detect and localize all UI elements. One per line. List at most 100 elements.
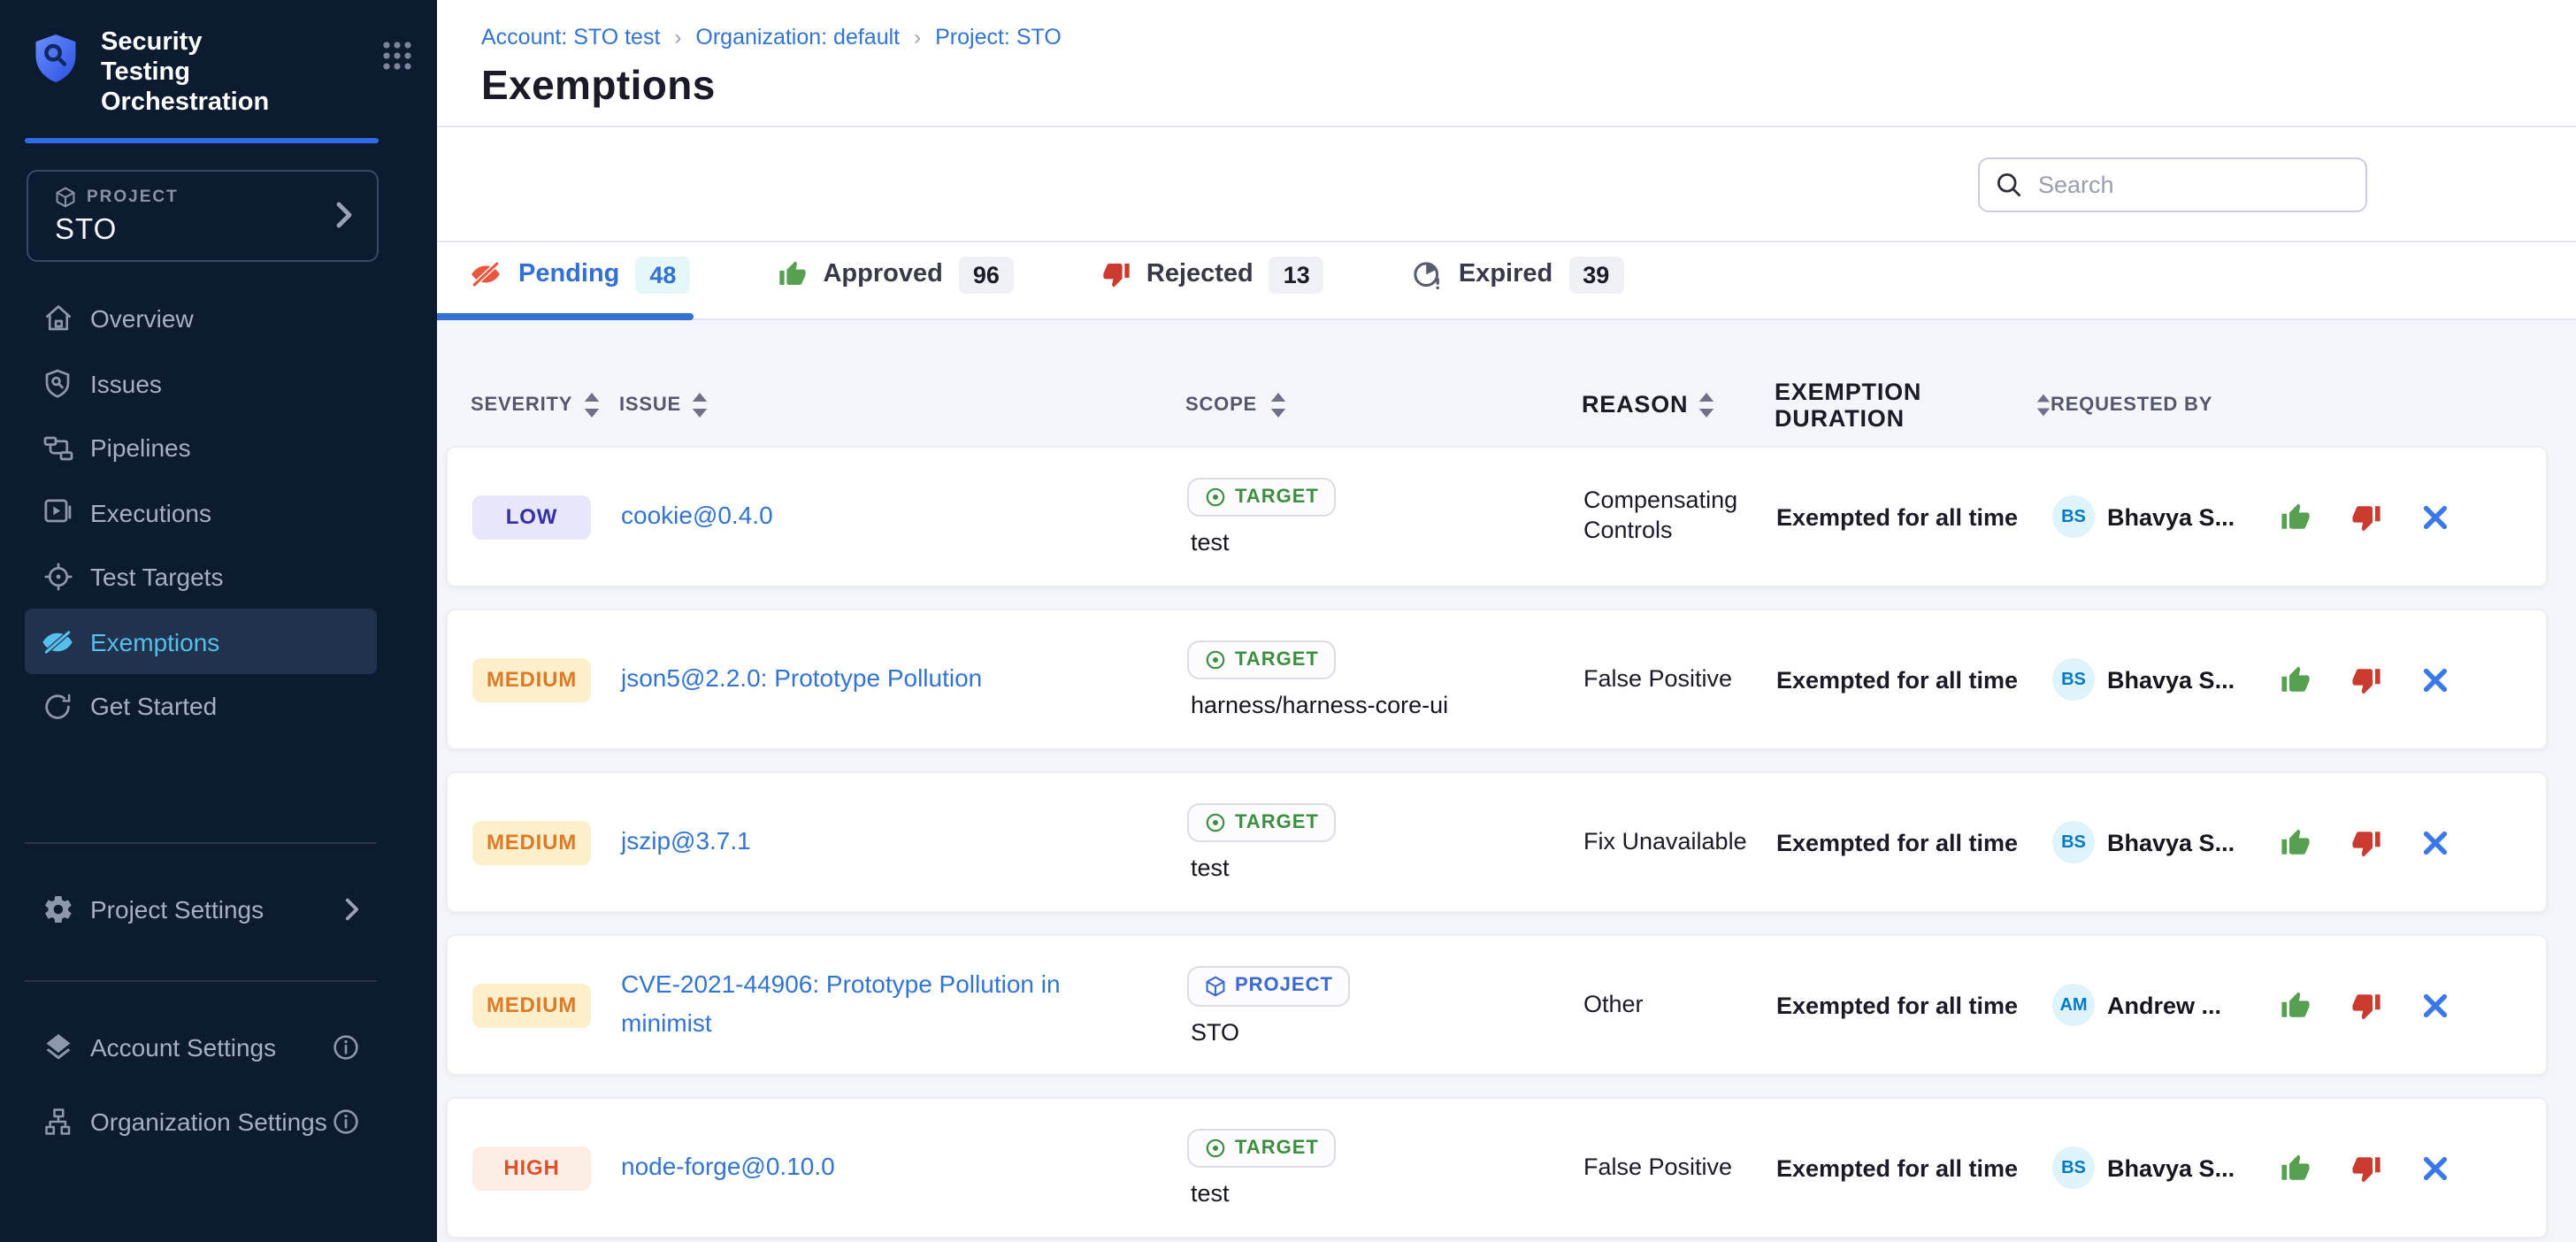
table-row: MEDIUM jszip@3.7.1 TARGET test Fix Unava… — [446, 771, 2548, 913]
sort-icon — [2036, 393, 2051, 418]
sidebar-item-executions[interactable]: Executions — [25, 480, 377, 545]
table-row: MEDIUM CVE-2021-44906: Prototype Polluti… — [446, 934, 2548, 1076]
project-cube-icon — [55, 186, 76, 209]
sidebar-item-exemptions[interactable]: Exemptions — [25, 610, 377, 674]
issue-link[interactable]: cookie@0.4.0 — [621, 501, 773, 529]
thumbs-down-icon — [1102, 261, 1131, 289]
thumbs-up-icon — [2281, 827, 2311, 857]
issue-link[interactable]: CVE-2021-44906: Prototype Pollution in m… — [621, 970, 1061, 1037]
breadcrumb-account-link[interactable]: Account: STO test — [481, 25, 660, 50]
approve-button[interactable] — [2281, 1153, 2311, 1183]
table-header: SEVERITY ISSUE SCOPE REASON EXEMPTION DU… — [471, 379, 2548, 432]
sidebar-item-project-settings[interactable]: Project Settings — [25, 877, 377, 941]
column-header-issue[interactable]: ISSUE — [619, 393, 1185, 418]
breadcrumb-project-link[interactable]: Project: STO — [935, 25, 1062, 50]
breadcrumb-organization-link[interactable]: Organization: default — [695, 25, 900, 50]
thumbs-up-icon — [2281, 990, 2311, 1020]
reject-button[interactable] — [2351, 990, 2381, 1020]
approve-button[interactable] — [2281, 502, 2311, 532]
sidebar-item-account-settings[interactable]: Account Settings — [25, 1016, 377, 1080]
info-icon[interactable] — [333, 1034, 359, 1061]
issue-link[interactable]: node-forge@0.10.0 — [621, 1152, 835, 1180]
exemption-duration-text: Exempted for all time — [1776, 666, 2052, 693]
get-started-icon — [41, 689, 74, 723]
app-logo-shield-icon — [32, 32, 80, 85]
sidebar-item-overview[interactable]: Overview — [25, 287, 377, 351]
close-icon — [2422, 1154, 2449, 1181]
approve-button[interactable] — [2281, 990, 2311, 1020]
exemption-duration-text: Exempted for all time — [1776, 1154, 2052, 1181]
sidebar-item-test-targets[interactable]: Test Targets — [25, 545, 377, 610]
search-box — [1978, 157, 2367, 211]
tab-count-badge: 48 — [635, 257, 690, 294]
home-icon — [41, 302, 74, 335]
column-header-scope[interactable]: SCOPE — [1185, 393, 1582, 418]
executions-play-icon — [41, 495, 74, 529]
reason-text: Fix Unavailable — [1583, 827, 1776, 857]
tab-count-badge: 39 — [1568, 257, 1623, 294]
sort-icon — [1269, 393, 1285, 418]
severity-badge: MEDIUM — [472, 657, 591, 702]
breadcrumb-separator: › — [674, 25, 681, 50]
reject-button[interactable] — [2351, 664, 2381, 694]
tab-approved[interactable]: Approved 96 — [778, 257, 1013, 294]
avatar: AM — [2052, 984, 2095, 1026]
breadcrumb: Account: STO test › Organization: defaul… — [481, 25, 2576, 50]
close-icon — [2422, 829, 2449, 855]
shield-search-icon — [41, 366, 74, 400]
exemption-duration-text: Exempted for all time — [1776, 829, 2052, 855]
tab-rejected[interactable]: Rejected 13 — [1102, 257, 1324, 294]
cancel-button[interactable] — [2422, 503, 2449, 530]
reject-button[interactable] — [2351, 502, 2381, 532]
close-icon — [2422, 666, 2449, 693]
issue-link[interactable]: json5@2.2.0: Prototype Pollution — [621, 663, 982, 692]
cancel-button[interactable] — [2422, 666, 2449, 693]
requester-name: Bhavya S... — [2107, 1154, 2235, 1181]
thumbs-down-icon — [2351, 502, 2381, 532]
sidebar-item-label: Get Started — [90, 692, 217, 720]
app-switcher-icon[interactable] — [382, 41, 412, 71]
sidebar-item-get-started[interactable]: Get Started — [25, 674, 377, 739]
sidebar-divider — [25, 980, 377, 982]
thumbs-up-icon — [778, 261, 807, 289]
search-input[interactable] — [1978, 157, 2367, 211]
requester-name: Bhavya S... — [2107, 829, 2235, 855]
approve-button[interactable] — [2281, 664, 2311, 694]
target-scope-icon — [1205, 812, 1226, 833]
table-row: MEDIUM json5@2.2.0: Prototype Pollution … — [446, 609, 2548, 750]
cancel-button[interactable] — [2422, 829, 2449, 855]
sidebar-item-issues[interactable]: Issues — [25, 351, 377, 416]
approve-button[interactable] — [2281, 827, 2311, 857]
sidebar: Security Testing Orchestration PROJECT S… — [0, 0, 437, 1242]
column-header-exemption-duration[interactable]: EXEMPTION DURATION — [1775, 379, 2051, 432]
avatar: BS — [2052, 1146, 2095, 1189]
cancel-button[interactable] — [2422, 1154, 2449, 1181]
sort-icon — [692, 393, 708, 418]
app-header: Security Testing Orchestration — [0, 0, 437, 119]
reject-button[interactable] — [2351, 827, 2381, 857]
search-icon — [1996, 171, 2022, 197]
sidebar-item-pipelines[interactable]: Pipelines — [25, 416, 377, 480]
tab-label: Pending — [518, 261, 619, 289]
main-content: Account: STO test › Organization: defaul… — [437, 0, 2576, 1242]
scope-name: test — [1191, 529, 1230, 556]
thumbs-down-icon — [2351, 990, 2381, 1020]
info-icon[interactable] — [333, 1108, 359, 1134]
eye-slash-icon — [41, 625, 74, 658]
project-label: PROJECT — [87, 188, 179, 207]
column-header-reason[interactable]: REASON — [1582, 390, 1775, 420]
cancel-button[interactable] — [2422, 992, 2449, 1018]
tab-expired[interactable]: Expired 39 — [1413, 257, 1623, 294]
scope-name: test — [1191, 1180, 1230, 1207]
reject-button[interactable] — [2351, 1153, 2381, 1183]
close-icon — [2422, 992, 2449, 1018]
table-row: HIGH node-forge@0.10.0 TARGET test False… — [446, 1097, 2548, 1238]
column-header-severity[interactable]: SEVERITY — [471, 393, 619, 418]
target-scope-icon — [1205, 487, 1226, 508]
scope-badge: TARGET — [1187, 803, 1337, 842]
project-selector[interactable]: PROJECT STO — [27, 170, 379, 262]
issue-link[interactable]: jszip@3.7.1 — [621, 826, 751, 855]
sidebar-item-organization-settings[interactable]: Organization Settings — [25, 1089, 377, 1154]
exemption-duration-text: Exempted for all time — [1776, 992, 2052, 1018]
tab-pending[interactable]: Pending 48 — [469, 257, 690, 294]
